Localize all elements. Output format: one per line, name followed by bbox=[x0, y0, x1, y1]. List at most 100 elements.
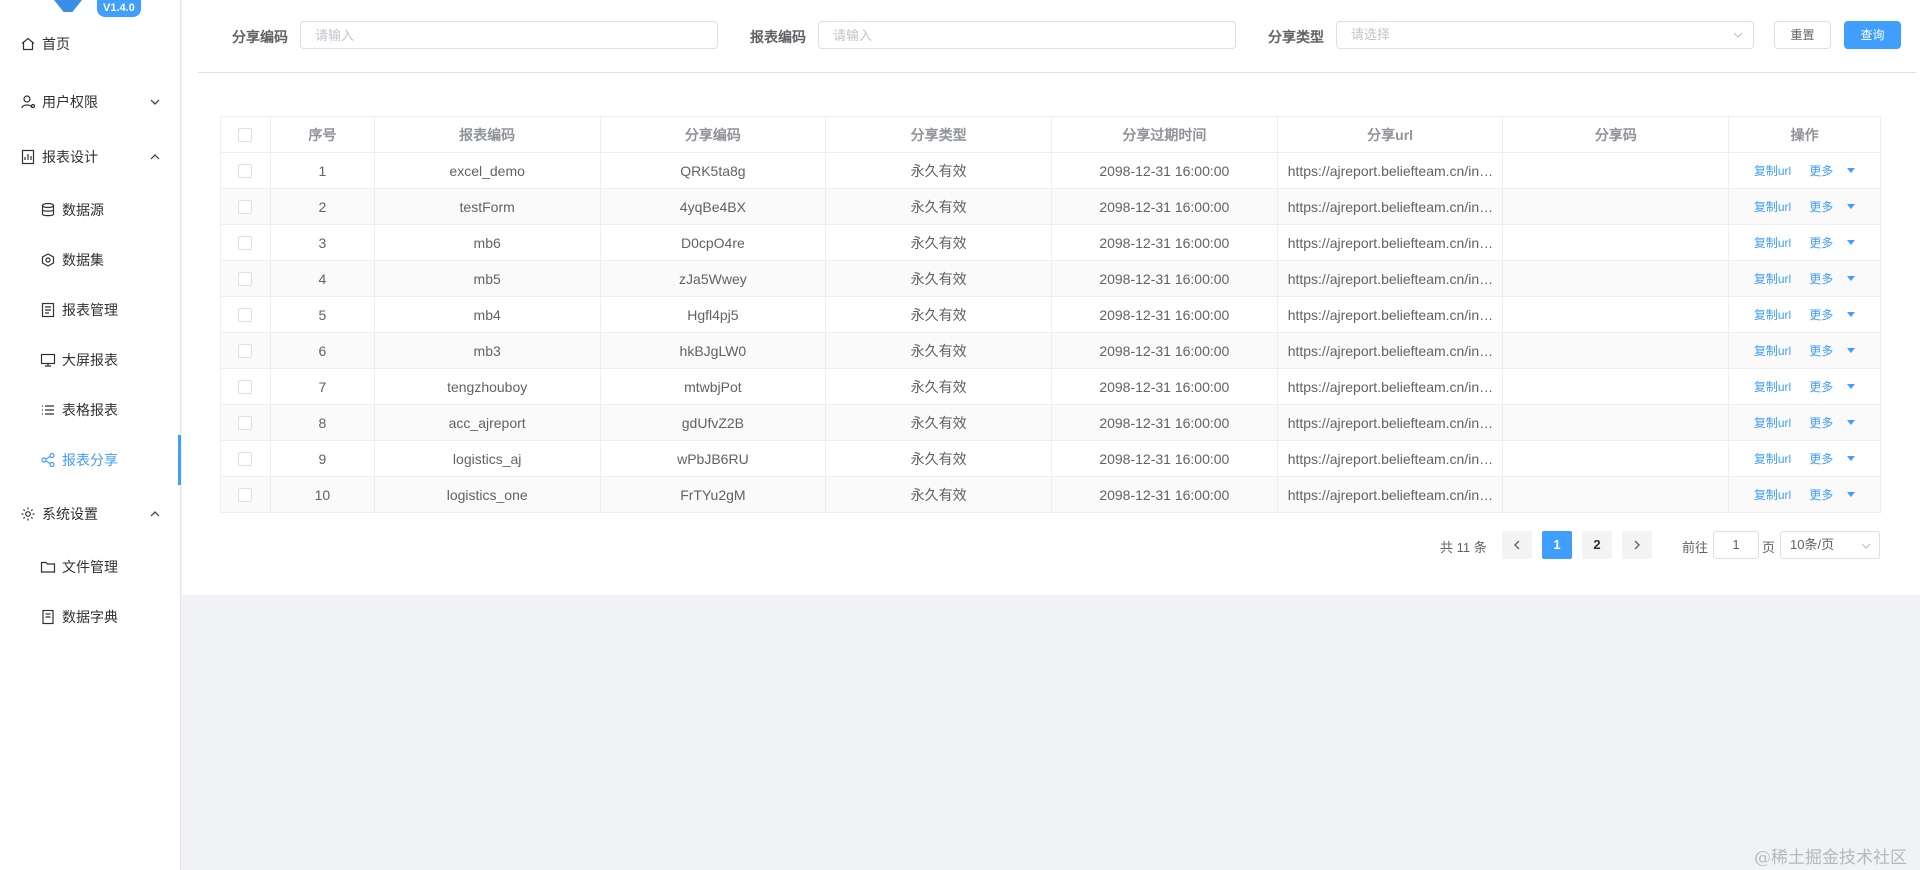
sidebar-item-label: 表格报表 bbox=[62, 402, 118, 418]
page-button-1[interactable]: 1 bbox=[1542, 531, 1572, 559]
user-icon bbox=[20, 94, 36, 110]
row-select-cell bbox=[221, 333, 271, 368]
cell-expire-time: 2098-12-31 16:00:00 bbox=[1052, 333, 1278, 368]
row-checkbox[interactable] bbox=[238, 487, 253, 502]
sidebar-item-dataset[interactable]: 数据集 bbox=[0, 240, 181, 280]
more-dropdown[interactable]: 更多 bbox=[1809, 162, 1856, 179]
report-code-field[interactable] bbox=[833, 22, 1235, 48]
report-code-input[interactable] bbox=[818, 21, 1236, 49]
caret-down-icon bbox=[1847, 276, 1856, 281]
row-checkbox[interactable] bbox=[238, 343, 253, 358]
cell-share-url: https://ajreport.beliefteam.cn/index.htm… bbox=[1278, 297, 1504, 332]
cell-share-url: https://ajreport.beliefteam.cn/index.htm… bbox=[1278, 333, 1504, 368]
row-checkbox[interactable] bbox=[238, 307, 253, 322]
row-select-cell bbox=[221, 189, 271, 224]
sidebar-item-home[interactable]: 首页 bbox=[0, 24, 181, 64]
sidebar-item-bigscreen[interactable]: 大屏报表 bbox=[0, 340, 181, 380]
sidebar-item-report-manage[interactable]: 报表管理 bbox=[0, 290, 181, 330]
share-type-select[interactable]: 请选择 bbox=[1336, 21, 1754, 49]
share-code-field[interactable] bbox=[315, 22, 717, 48]
cell-expire-time: 2098-12-31 16:00:00 bbox=[1052, 153, 1278, 188]
more-dropdown[interactable]: 更多 bbox=[1809, 306, 1856, 323]
more-dropdown[interactable]: 更多 bbox=[1809, 270, 1856, 287]
more-dropdown[interactable]: 更多 bbox=[1809, 450, 1856, 467]
chevron-left-icon bbox=[1514, 540, 1520, 550]
copy-url-button[interactable]: 复制url bbox=[1754, 234, 1791, 251]
row-checkbox[interactable] bbox=[238, 235, 253, 250]
cell-share-url: https://ajreport.beliefteam.cn/index.htm… bbox=[1278, 261, 1504, 296]
copy-url-button[interactable]: 复制url bbox=[1754, 198, 1791, 215]
page-size-select[interactable]: 10条/页 bbox=[1780, 531, 1880, 559]
prev-page-button[interactable] bbox=[1502, 531, 1532, 559]
table-header: 序号 报表编码 分享编码 分享类型 分享过期时间 分享url 分享码 操作 bbox=[221, 117, 1880, 153]
row-checkbox[interactable] bbox=[238, 199, 253, 214]
cell-actions: 复制url 更多 bbox=[1729, 261, 1880, 296]
page-button-2[interactable]: 2 bbox=[1582, 531, 1612, 559]
home-icon bbox=[20, 36, 36, 52]
sidebar-item-data-dictionary[interactable]: 数据字典 bbox=[0, 597, 181, 637]
cell-share-password bbox=[1503, 297, 1730, 332]
more-dropdown[interactable]: 更多 bbox=[1809, 198, 1856, 215]
book-icon bbox=[40, 609, 56, 625]
sidebar-item-label: 报表分享 bbox=[62, 452, 118, 468]
header-share-password: 分享码 bbox=[1503, 117, 1730, 152]
cell-share-code: Hgfl4pj5 bbox=[601, 297, 827, 332]
copy-url-button[interactable]: 复制url bbox=[1754, 162, 1791, 179]
cell-report-code: tengzhouboy bbox=[375, 369, 601, 404]
row-checkbox[interactable] bbox=[238, 163, 253, 178]
chevron-down-icon bbox=[1733, 32, 1743, 38]
copy-url-button[interactable]: 复制url bbox=[1754, 414, 1791, 431]
table-row: 7 tengzhouboy mtwbjPot 永久有效 2098-12-31 16:00… bbox=[221, 369, 1880, 405]
more-dropdown[interactable]: 更多 bbox=[1809, 486, 1856, 503]
sidebar-item-user-permission[interactable]: 用户权限 bbox=[0, 82, 181, 122]
reset-button[interactable]: 重置 bbox=[1774, 21, 1831, 49]
sidebar-item-file-manage[interactable]: 文件管理 bbox=[0, 547, 181, 587]
select-all-checkbox[interactable] bbox=[238, 127, 253, 142]
row-checkbox[interactable] bbox=[238, 451, 253, 466]
sidebar: V1.4.0 首页 用户权限 报表设计 数据源 数据集 报表管理 大屏报表 表格… bbox=[0, 0, 181, 870]
sidebar-item-datasource[interactable]: 数据源 bbox=[0, 190, 181, 230]
copy-url-button[interactable]: 复制url bbox=[1754, 306, 1791, 323]
query-button[interactable]: 查询 bbox=[1844, 21, 1901, 49]
share-code-input[interactable] bbox=[300, 21, 718, 49]
more-dropdown[interactable]: 更多 bbox=[1809, 342, 1856, 359]
more-dropdown[interactable]: 更多 bbox=[1809, 234, 1856, 251]
copy-url-button[interactable]: 复制url bbox=[1754, 450, 1791, 467]
sidebar-item-system-settings[interactable]: 系统设置 bbox=[0, 494, 181, 534]
next-page-button[interactable] bbox=[1622, 531, 1652, 559]
row-select-cell bbox=[221, 477, 271, 512]
caret-down-icon bbox=[1847, 384, 1856, 389]
more-label: 更多 bbox=[1809, 236, 1834, 250]
cell-no: 7 bbox=[271, 369, 375, 404]
cell-report-code: logistics_aj bbox=[375, 441, 601, 476]
report-design-icon bbox=[20, 149, 36, 165]
cell-report-code: acc_ajreport bbox=[375, 405, 601, 440]
copy-url-button[interactable]: 复制url bbox=[1754, 378, 1791, 395]
watermark: @稀土掘金技术社区 bbox=[1754, 848, 1907, 868]
copy-url-button[interactable]: 复制url bbox=[1754, 270, 1791, 287]
sidebar-item-table-report[interactable]: 表格报表 bbox=[0, 390, 181, 430]
more-dropdown[interactable]: 更多 bbox=[1809, 414, 1856, 431]
cell-actions: 复制url 更多 bbox=[1729, 189, 1880, 224]
row-checkbox[interactable] bbox=[238, 415, 253, 430]
row-checkbox[interactable] bbox=[238, 271, 253, 286]
copy-url-button[interactable]: 复制url bbox=[1754, 342, 1791, 359]
cell-share-type: 永久有效 bbox=[826, 225, 1052, 260]
cell-expire-time: 2098-12-31 16:00:00 bbox=[1052, 261, 1278, 296]
share-url-text: https://ajreport.beliefteam.cn/index.htm… bbox=[1287, 198, 1494, 215]
more-label: 更多 bbox=[1809, 164, 1834, 178]
sidebar-item-report-design[interactable]: 报表设计 bbox=[0, 137, 181, 177]
copy-url-button[interactable]: 复制url bbox=[1754, 486, 1791, 503]
table-body: 1 excel_demo QRK5ta8g 永久有效 2098-12-31 16:00:… bbox=[221, 153, 1880, 513]
row-checkbox[interactable] bbox=[238, 379, 253, 394]
more-dropdown[interactable]: 更多 bbox=[1809, 378, 1856, 395]
page-size-value: 10条/页 bbox=[1790, 537, 1835, 552]
goto-page-input[interactable]: 1 bbox=[1713, 531, 1759, 559]
cell-actions: 复制url 更多 bbox=[1729, 225, 1880, 260]
sidebar-item-report-share[interactable]: 报表分享 bbox=[0, 435, 181, 485]
share-type-placeholder: 请选择 bbox=[1351, 27, 1391, 42]
row-select-cell bbox=[221, 441, 271, 476]
cell-expire-time: 2098-12-31 16:00:00 bbox=[1052, 297, 1278, 332]
share-table: 序号 报表编码 分享编码 分享类型 分享过期时间 分享url 分享码 操作 1e… bbox=[220, 116, 1881, 513]
sidebar-item-label: 首页 bbox=[42, 36, 70, 52]
